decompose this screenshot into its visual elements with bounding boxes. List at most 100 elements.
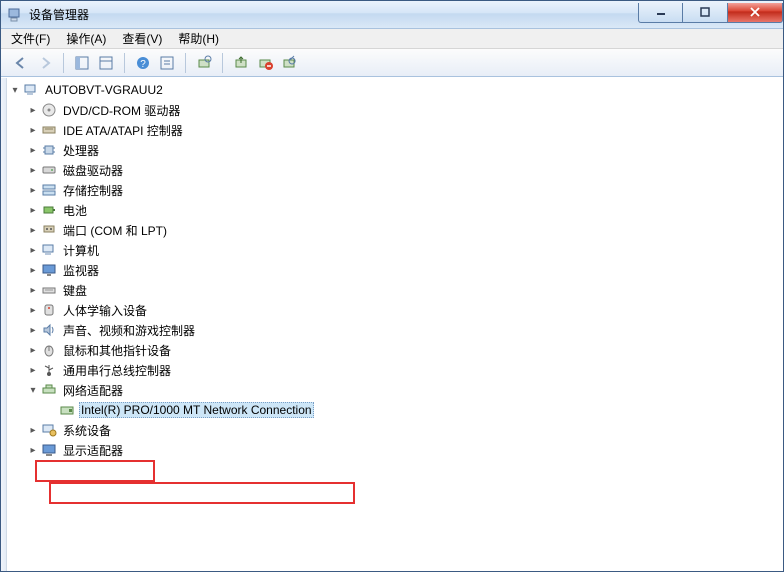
expander-icon[interactable]: ▸ [25,162,41,178]
update-driver-button[interactable] [230,52,252,74]
tree-item[interactable]: ▸ 键盘 [7,280,783,300]
expander-icon[interactable]: ▾ [25,382,41,398]
expander-icon[interactable]: ▸ [25,262,41,278]
expander-icon[interactable]: ▸ [25,362,41,378]
battery-icon [41,202,57,218]
tree-item-label: 鼠标和其他指针设备 [61,341,173,360]
expander-icon[interactable]: ▸ [25,102,41,118]
highlight-annotation [49,482,355,504]
hid-icon [41,302,57,318]
port-icon [41,222,57,238]
menu-help[interactable]: 帮助(H) [170,28,227,49]
disc-icon [41,102,57,118]
keyboard-icon [41,282,57,298]
toolbar: ? [1,49,783,77]
tree-item-label: 键盘 [61,281,89,300]
menubar: 文件(F) 操作(A) 查看(V) 帮助(H) [1,29,783,49]
forward-button[interactable] [34,52,56,74]
computer-icon [41,242,57,258]
expander-icon[interactable]: ▸ [25,122,41,138]
tree-item[interactable]: ▸ 存储控制器 [7,180,783,200]
toolbar-separator [185,53,186,73]
expander-icon[interactable]: ▸ [25,202,41,218]
scan-hardware-button[interactable] [193,52,215,74]
system-icon [41,422,57,438]
tree-item[interactable]: ▸ 电池 [7,200,783,220]
tree-item-label: 监视器 [61,261,101,280]
window-buttons [638,3,783,23]
tree-item-label: Intel(R) PRO/1000 MT Network Connection [79,402,314,418]
computer-icon [23,82,39,98]
tree-item[interactable]: ▸ 人体学输入设备 [7,300,783,320]
show-hide-tree-button[interactable] [71,52,93,74]
expander-icon[interactable]: ▾ [7,82,23,98]
menu-action[interactable]: 操作(A) [58,28,114,49]
action-button[interactable] [156,52,178,74]
tree-item-label: 磁盘驱动器 [61,161,125,180]
disk-icon [41,162,57,178]
help-button[interactable]: ? [132,52,154,74]
mouse-icon [41,342,57,358]
properties-button[interactable] [95,52,117,74]
sound-icon [41,322,57,338]
expander-icon[interactable]: ▸ [25,422,41,438]
tree-item-label: 声音、视频和游戏控制器 [61,321,197,340]
tree-item-network-adapter[interactable]: Intel(R) PRO/1000 MT Network Connection [7,400,783,420]
tree-item-label: AUTOBVT-VGRAUU2 [43,82,165,98]
menu-view[interactable]: 查看(V) [114,28,170,49]
network-icon [41,382,57,398]
cpu-icon [41,142,57,158]
tree-item-label: IDE ATA/ATAPI 控制器 [61,121,185,140]
tree-item-label: 通用串行总线控制器 [61,361,173,380]
tree-item[interactable]: ▸ 通用串行总线控制器 [7,360,783,380]
tree-item-label: 存储控制器 [61,181,125,200]
tree-item[interactable]: ▸ 磁盘驱动器 [7,160,783,180]
tree-item[interactable]: ▸ 端口 (COM 和 LPT) [7,220,783,240]
menu-file[interactable]: 文件(F) [3,28,58,49]
tree-item-label: 计算机 [61,241,101,260]
expander-icon[interactable]: ▸ [25,282,41,298]
network-card-icon [59,402,75,418]
content-area: ▾ AUTOBVT-VGRAUU2 ▸ DVD/CD-ROM 驱动器 ▸ IDE… [1,77,783,571]
tree-root[interactable]: ▾ AUTOBVT-VGRAUU2 [7,80,783,100]
highlight-annotation [35,460,155,482]
tree-item[interactable]: ▸ IDE ATA/ATAPI 控制器 [7,120,783,140]
close-button[interactable] [728,3,783,23]
tree-item[interactable]: ▸ 系统设备 [7,420,783,440]
expander-icon[interactable]: ▸ [25,342,41,358]
storage-icon [41,182,57,198]
display-icon [41,442,57,458]
window: 设备管理器 文件(F) 操作(A) 查看(V) 帮助(H) ? [0,0,784,572]
expander-icon[interactable]: ▸ [25,142,41,158]
maximize-button[interactable] [683,3,728,23]
tree-item-label: 显示适配器 [61,441,125,460]
disable-button[interactable] [278,52,300,74]
toolbar-separator [222,53,223,73]
tree-item[interactable]: ▸ 处理器 [7,140,783,160]
tree-item[interactable]: ▸ 声音、视频和游戏控制器 [7,320,783,340]
tree-item-label: 网络适配器 [61,381,125,400]
expander-icon[interactable]: ▸ [25,182,41,198]
tree-item-label: 人体学输入设备 [61,301,149,320]
minimize-button[interactable] [638,3,683,23]
window-title: 设备管理器 [29,6,638,23]
tree-item[interactable]: ▸ 鼠标和其他指针设备 [7,340,783,360]
expander-icon[interactable]: ▸ [25,322,41,338]
expander-icon[interactable]: ▸ [25,302,41,318]
tree-item[interactable]: ▸ 计算机 [7,240,783,260]
expander-icon[interactable]: ▸ [25,242,41,258]
expander-icon[interactable]: ▸ [25,442,41,458]
device-tree[interactable]: ▾ AUTOBVT-VGRAUU2 ▸ DVD/CD-ROM 驱动器 ▸ IDE… [7,78,783,571]
tree-item[interactable]: ▸ 监视器 [7,260,783,280]
usb-icon [41,362,57,378]
svg-text:?: ? [140,59,146,70]
expander-icon[interactable]: ▸ [25,222,41,238]
tree-item[interactable]: ▸ 显示适配器 [7,440,783,460]
tree-item-network[interactable]: ▾ 网络适配器 [7,380,783,400]
tree-item[interactable]: ▸ DVD/CD-ROM 驱动器 [7,100,783,120]
uninstall-button[interactable] [254,52,276,74]
back-button[interactable] [10,52,32,74]
toolbar-separator [124,53,125,73]
tree-item-label: 电池 [61,201,89,220]
toolbar-separator [63,53,64,73]
